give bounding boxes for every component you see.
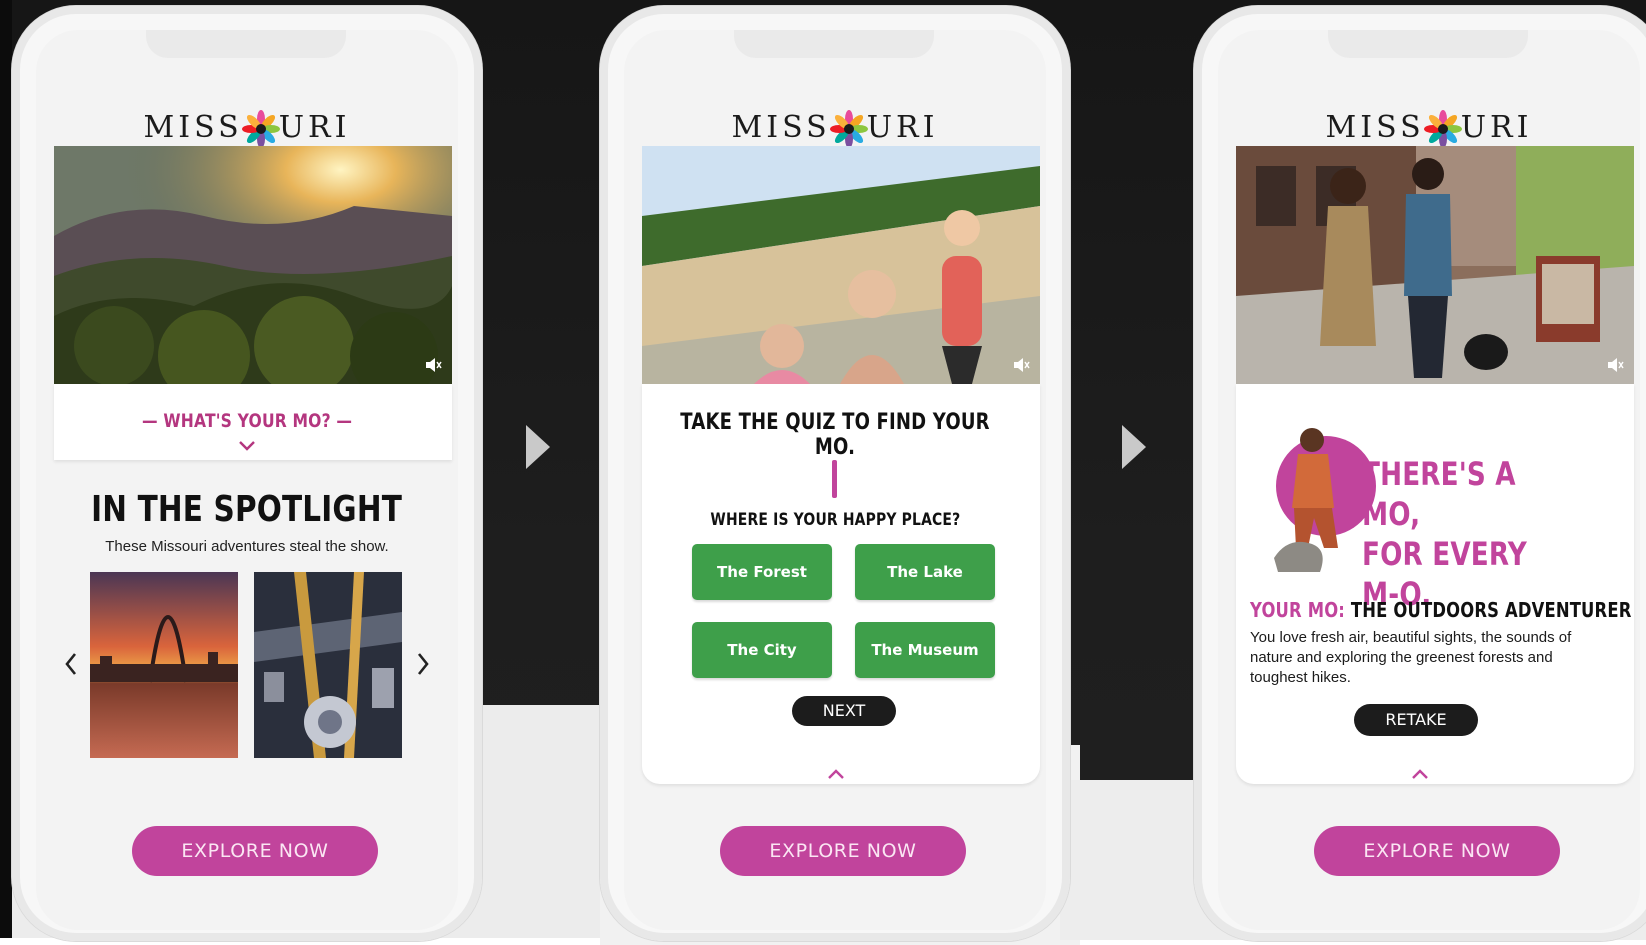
phone-screen: MISS URI	[624, 30, 1046, 930]
phone-screen: MISS URI	[36, 30, 458, 930]
missouri-flower-logo-icon	[1423, 110, 1462, 148]
phone-notch	[1328, 30, 1528, 58]
quiz-option-museum[interactable]: The Museum	[855, 622, 995, 678]
explore-now-button[interactable]: EXPLORE NOW	[720, 826, 966, 876]
lake-beach-image	[642, 146, 1040, 384]
city-street-image	[1236, 146, 1634, 384]
explore-now-button[interactable]: EXPLORE NOW	[1314, 826, 1560, 876]
mute-speaker-icon[interactable]	[424, 356, 442, 374]
city-aerial-image[interactable]	[254, 572, 402, 758]
logo-text-left: MISS	[143, 110, 243, 145]
result-value: THE OUTDOORS ADVENTURER	[1350, 598, 1632, 622]
quiz-question: WHERE IS YOUR HAPPY PLACE?	[710, 510, 960, 530]
logo-text-right: URI	[866, 110, 939, 145]
forest-sunset-image	[54, 146, 452, 384]
result-headline: THERE'S A MO, FOR EVERY M-O.	[1362, 454, 1612, 614]
phone-notch	[734, 30, 934, 58]
phone-screen: MISS URI	[1218, 30, 1640, 930]
retake-button[interactable]: RETAKE	[1354, 704, 1478, 736]
result-label: YOUR MO:	[1250, 598, 1346, 622]
result-type: YOUR MO: THE OUTDOORS ADVENTURER	[1250, 598, 1640, 622]
result-description: You love fresh air, beautiful sights, th…	[1250, 629, 1572, 686]
hero-video-forest[interactable]	[54, 146, 452, 384]
edge-stripe	[0, 0, 12, 938]
chevron-up-icon[interactable]	[1411, 768, 1429, 780]
spotlight-subtitle: These Missouri adventures steal the show…	[105, 538, 389, 555]
mute-speaker-icon[interactable]	[1012, 356, 1030, 374]
phone-result: MISS URI THERE'S A MO, FOR EVERY M-O. YO…	[1194, 6, 1646, 941]
explore-now-button[interactable]: EXPLORE NOW	[132, 826, 378, 876]
phone-spotlight: MISS URI — WHAT'S YOUR MO? — IN THE SPOT…	[12, 6, 482, 941]
logo-text-left: MISS	[731, 110, 831, 145]
logo-text-left: MISS	[1325, 110, 1425, 145]
whats-your-mo-link[interactable]: — WHAT'S YOUR MO? —	[36, 410, 458, 434]
spotlight-title: IN THE SPOTLIGHT	[91, 489, 403, 530]
chevron-up-icon[interactable]	[827, 768, 845, 780]
logo-text-right: URI	[1460, 110, 1533, 145]
missouri-flower-logo-icon	[241, 110, 280, 148]
quiz-option-forest[interactable]: The Forest	[692, 544, 832, 600]
chevron-left-icon[interactable]	[64, 652, 78, 676]
hero-video-city[interactable]	[1236, 146, 1634, 384]
missouri-logo[interactable]: MISS URI	[36, 106, 458, 150]
quiz-option-city[interactable]: The City	[692, 622, 832, 678]
prompt-text: WHAT'S YOUR MO?	[163, 410, 331, 432]
next-button[interactable]: NEXT	[792, 696, 896, 726]
chevron-down-icon[interactable]	[238, 440, 256, 452]
gateway-arch-image[interactable]	[90, 572, 238, 758]
phone-quiz: MISS URI TAKE THE QUIZ TO FIND YOUR MO. …	[600, 6, 1070, 941]
play-arrow-icon	[1122, 425, 1146, 469]
missouri-flower-logo-icon	[829, 110, 868, 148]
chevron-right-icon[interactable]	[416, 652, 430, 676]
phone-notch	[146, 30, 346, 58]
quiz-progress-marker	[832, 460, 837, 498]
quiz-title: TAKE THE QUIZ TO FIND YOUR MO.	[680, 410, 990, 460]
logo-text-right: URI	[278, 110, 351, 145]
missouri-logo[interactable]: MISS URI	[1218, 106, 1640, 150]
hero-video-lake[interactable]	[642, 146, 1040, 384]
missouri-logo[interactable]: MISS URI	[624, 106, 1046, 150]
mute-speaker-icon[interactable]	[1606, 356, 1624, 374]
quiz-option-lake[interactable]: The Lake	[855, 544, 995, 600]
play-arrow-icon	[526, 425, 550, 469]
headline-line-1: THERE'S A MO,	[1362, 455, 1516, 533]
